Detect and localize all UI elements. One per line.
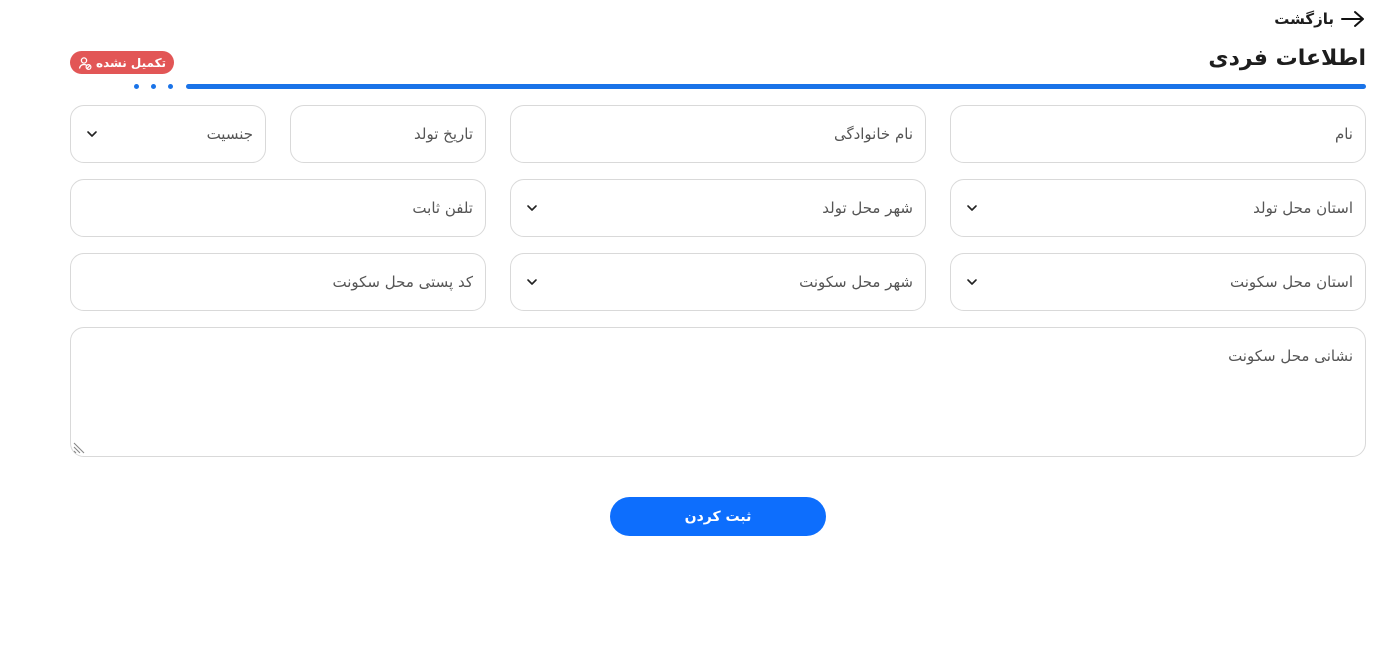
postal-code-input[interactable]: کد پستی محل سکونت (70, 253, 486, 311)
birth-date-placeholder: تاریخ تولد (414, 125, 473, 143)
back-link[interactable]: بازگشت (1274, 8, 1366, 30)
birth-city-select[interactable]: شهر محل تولد (510, 179, 926, 237)
first-name-placeholder: نام (1334, 125, 1353, 143)
postal-code-placeholder: کد پستی محل سکونت (332, 273, 474, 291)
progress-dot (168, 84, 173, 89)
last-name-placeholder: نام خانوادگی (833, 125, 913, 143)
status-badge: تکمیل نشده (70, 51, 175, 74)
birth-province-placeholder: استان محل تولد (1253, 199, 1353, 217)
gender-select[interactable]: جنسیت (70, 105, 266, 163)
last-name-input[interactable]: نام خانوادگی (510, 105, 926, 163)
progress-dot (151, 84, 156, 89)
residence-city-select[interactable]: شهر محل سکونت (510, 253, 926, 311)
birth-city-placeholder: شهر محل تولد (822, 199, 913, 217)
chevron-down-icon (87, 131, 97, 137)
progress-dot (134, 84, 139, 89)
landline-input[interactable]: تلفن ثابت (70, 179, 486, 237)
user-off-icon (78, 56, 92, 70)
personal-info-page: بازگشت اطلاعات فردی تکمیل نشده نام نام خ… (0, 0, 1399, 647)
progress-bar (186, 84, 1366, 89)
residence-province-select[interactable]: استان محل سکونت (950, 253, 1366, 311)
birth-date-input[interactable]: تاریخ تولد (290, 105, 486, 163)
residence-province-placeholder: استان محل سکونت (1230, 273, 1353, 291)
residence-city-placeholder: شهر محل سکونت (799, 273, 913, 291)
address-placeholder: نشانی محل سکونت (1228, 347, 1353, 365)
chevron-down-icon (967, 279, 977, 285)
back-label: بازگشت (1274, 10, 1334, 28)
status-badge-label: تکمیل نشده (96, 55, 167, 70)
chevron-down-icon (527, 279, 537, 285)
resize-handle-icon[interactable] (73, 440, 87, 454)
landline-placeholder: تلفن ثابت (412, 199, 473, 217)
birth-province-select[interactable]: استان محل تولد (950, 179, 1366, 237)
page-title: اطلاعات فردی (1208, 46, 1366, 71)
gender-placeholder: جنسیت (206, 125, 253, 143)
first-name-input[interactable]: نام (950, 105, 1366, 163)
chevron-down-icon (967, 205, 977, 211)
progress-dots (134, 84, 173, 89)
arrow-right-icon (1341, 11, 1364, 27)
chevron-down-icon (527, 205, 537, 211)
address-textarea[interactable]: نشانی محل سکونت (70, 327, 1366, 457)
submit-button[interactable]: ثبت کردن (610, 497, 826, 536)
